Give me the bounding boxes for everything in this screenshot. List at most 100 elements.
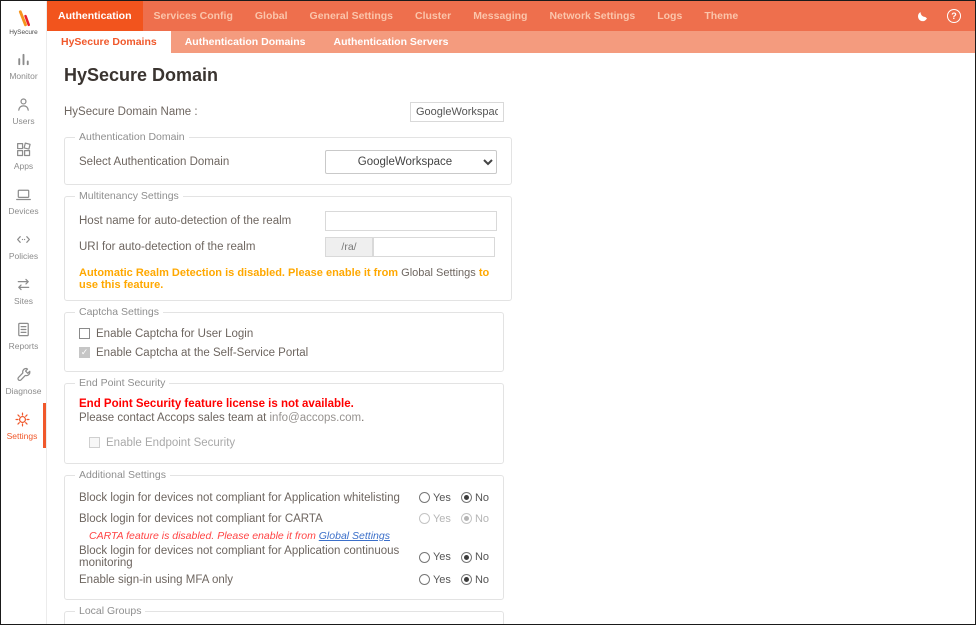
carta-yes-radio: Yes — [419, 513, 451, 525]
tab-cluster[interactable]: Cluster — [404, 1, 462, 31]
main-content: HySecure Domain HySecure Domain Name : A… — [47, 53, 975, 624]
endpoint-contact-text: Please contact Accops sales team at info… — [79, 412, 489, 424]
section-legend: Additional Settings — [75, 469, 170, 481]
carta-row: Block login for devices not compliant fo… — [79, 508, 489, 529]
sidebar-item-label: Apps — [14, 161, 33, 171]
uri-label: URI for auto-detection of the realm — [79, 241, 325, 253]
tab-messaging[interactable]: Messaging — [462, 1, 538, 31]
mfa-only-row: Enable sign-in using MFA only Yes No — [79, 569, 489, 590]
realm-detection-warning: Automatic Realm Detection is disabled. P… — [79, 267, 497, 291]
moon-icon[interactable] — [915, 9, 930, 24]
sidebar-item-label: Monitor — [9, 71, 37, 81]
app-whitelisting-yes-radio[interactable]: Yes — [419, 492, 451, 504]
sidebar-item-policies[interactable]: Policies — [1, 223, 46, 268]
tab-theme[interactable]: Theme — [693, 1, 749, 31]
top-navigation: Authentication Services Config Global Ge… — [47, 1, 975, 31]
app-whitelisting-label: Block login for devices not compliant fo… — [79, 492, 400, 504]
uri-input[interactable] — [373, 237, 495, 257]
domain-name-input[interactable] — [410, 102, 504, 122]
sidebar-item-diagnose[interactable]: Diagnose — [1, 358, 46, 403]
mfa-only-no-radio[interactable]: No — [461, 574, 489, 586]
sidebar-item-label: Settings — [7, 431, 38, 441]
carta-global-settings-link[interactable]: Global Settings — [319, 530, 390, 542]
continuous-monitoring-no-radio[interactable]: No — [461, 551, 489, 563]
enable-endpoint-security-label: Enable Endpoint Security — [106, 437, 235, 449]
auth-domain-select[interactable]: GoogleWorkspace — [325, 150, 497, 174]
endpoint-license-error: End Point Security feature license is no… — [79, 398, 489, 410]
carta-no-radio: No — [461, 513, 489, 525]
tab-services-config[interactable]: Services Config — [143, 1, 244, 31]
brand-name: HySecure — [9, 29, 38, 36]
monitor-icon — [15, 51, 32, 68]
settings-gear-icon — [14, 411, 31, 428]
section-legend: End Point Security — [75, 377, 169, 389]
continuous-monitoring-label: Block login for devices not compliant fo… — [79, 545, 419, 569]
uri-prefix: /ra/ — [325, 237, 373, 257]
sidebar-item-devices[interactable]: Devices — [1, 178, 46, 223]
tab-general-settings[interactable]: General Settings — [299, 1, 404, 31]
hysecure-logo: HySecure — [1, 1, 46, 43]
endpoint-security-section: End Point Security End Point Security fe… — [64, 377, 504, 464]
policies-icon — [15, 231, 32, 248]
section-legend: Authentication Domain — [75, 131, 189, 143]
tab-logs[interactable]: Logs — [646, 1, 693, 31]
sidebar-item-label: Policies — [9, 251, 38, 261]
captcha-user-login-checkbox[interactable] — [79, 328, 90, 339]
sidebar-item-label: Devices — [8, 206, 38, 216]
users-icon — [15, 96, 32, 113]
subtab-hysecure-domains[interactable]: HySecure Domains — [47, 31, 171, 53]
section-legend: Local Groups — [75, 605, 145, 617]
sidebar-item-label: Reports — [9, 341, 39, 351]
multitenancy-settings-section: Multitenancy Settings Host name for auto… — [64, 190, 512, 301]
section-legend: Captcha Settings — [75, 306, 163, 318]
local-groups-section: Local Groups Allowed Groups Blocked Grou… — [64, 605, 504, 624]
captcha-user-login-row: Enable Captcha for User Login — [79, 324, 489, 343]
authentication-domain-section: Authentication Domain Select Authenticat… — [64, 131, 512, 185]
captcha-user-login-label: Enable Captcha for User Login — [96, 328, 253, 340]
section-legend: Multitenancy Settings — [75, 190, 183, 202]
sidebar-item-label: Users — [12, 116, 34, 126]
devices-icon — [15, 186, 32, 203]
carta-label: Block login for devices not compliant fo… — [79, 513, 323, 525]
additional-settings-section: Additional Settings Block login for devi… — [64, 469, 504, 600]
help-icon[interactable]: ? — [947, 9, 961, 23]
host-name-label: Host name for auto-detection of the real… — [79, 215, 325, 227]
hysecure-logo-icon — [14, 9, 33, 28]
apps-icon — [15, 141, 32, 158]
sidebar-item-users[interactable]: Users — [1, 88, 46, 133]
carta-disabled-note: CARTA feature is disabled. Please enable… — [89, 530, 489, 542]
tab-global[interactable]: Global — [244, 1, 299, 31]
app-whitelisting-row: Block login for devices not compliant fo… — [79, 487, 489, 508]
mfa-only-yes-radio[interactable]: Yes — [419, 574, 451, 586]
subtab-authentication-domains[interactable]: Authentication Domains — [171, 31, 320, 53]
domain-name-label: HySecure Domain Name : — [64, 106, 410, 118]
host-name-input[interactable] — [325, 211, 497, 231]
captcha-self-service-row: ✓ Enable Captcha at the Self-Service Por… — [79, 343, 489, 362]
subtab-authentication-servers[interactable]: Authentication Servers — [319, 31, 462, 53]
realm-warning-global-settings: Global Settings — [401, 267, 476, 279]
sites-icon — [15, 276, 32, 293]
sidebar-item-sites[interactable]: Sites — [1, 268, 46, 313]
captcha-self-service-checkbox: ✓ — [79, 347, 90, 358]
captcha-self-service-label: Enable Captcha at the Self-Service Porta… — [96, 347, 308, 359]
page-title: HySecure Domain — [64, 65, 975, 86]
tab-network-settings[interactable]: Network Settings — [538, 1, 646, 31]
sidebar-item-label: Sites — [14, 296, 33, 306]
sidebar-item-monitor[interactable]: Monitor — [1, 43, 46, 88]
tab-authentication[interactable]: Authentication — [47, 1, 143, 31]
continuous-monitoring-row: Block login for devices not compliant fo… — [79, 545, 489, 569]
sub-navigation: HySecure Domains Authentication Domains … — [47, 31, 975, 53]
sidebar-item-settings[interactable]: Settings — [1, 403, 46, 448]
sidebar-item-apps[interactable]: Apps — [1, 133, 46, 178]
app-whitelisting-no-radio[interactable]: No — [461, 492, 489, 504]
continuous-monitoring-yes-radio[interactable]: Yes — [419, 551, 451, 563]
contact-email: info@accops.com — [270, 412, 362, 424]
select-auth-domain-label: Select Authentication Domain — [79, 156, 325, 168]
enable-endpoint-security-row: Enable Endpoint Security — [89, 433, 489, 452]
hysecure-admin-window: HySecure Monitor Users Apps Devices — [0, 0, 976, 625]
sidebar-item-label: Diagnose — [6, 386, 42, 396]
sidebar-item-reports[interactable]: Reports — [1, 313, 46, 358]
mfa-only-label: Enable sign-in using MFA only — [79, 574, 233, 586]
diagnose-icon — [15, 366, 32, 383]
domain-name-row: HySecure Domain Name : — [64, 102, 504, 122]
